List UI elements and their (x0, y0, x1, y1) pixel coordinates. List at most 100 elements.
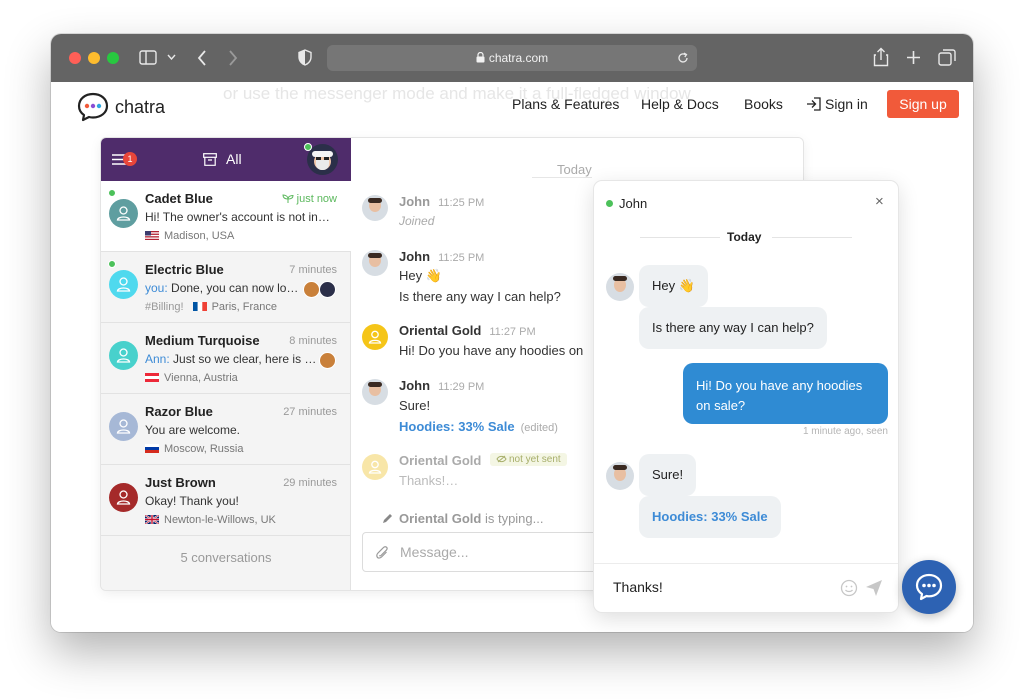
conversation-count: 5 conversations (180, 550, 272, 565)
online-indicator (108, 260, 116, 268)
archive-icon[interactable] (203, 153, 217, 166)
browser-window: chatra.com or use the messenger mode and… (51, 34, 973, 632)
agent-mini-avatar (303, 281, 320, 298)
browser-toolbar: chatra.com (51, 34, 973, 82)
close-window-button[interactable] (69, 52, 81, 64)
chevron-down-icon[interactable] (167, 54, 176, 60)
agent-mini-avatar (319, 352, 336, 369)
divider (532, 177, 592, 178)
conversation-sidebar: 1 All Cadet Blue just now Hi! The owner'… (101, 138, 351, 590)
send-icon[interactable] (865, 579, 883, 597)
user-icon (116, 490, 131, 505)
message-author: Oriental Gold 11:27 PM (399, 323, 536, 338)
message-input[interactable]: Message... (362, 532, 603, 572)
john-avatar (606, 273, 634, 301)
sign-up-button[interactable]: Sign up (887, 90, 959, 118)
web-page: or use the messenger mode and make it a … (51, 82, 973, 632)
conversation-item[interactable]: Just Brown 29 minutes Okay! Thank you! N… (101, 465, 351, 536)
attachment-icon[interactable] (375, 545, 389, 561)
divider (640, 237, 720, 238)
notification-badge: 1 (123, 152, 137, 166)
chat-bubble-icon (915, 573, 943, 601)
online-indicator (108, 189, 116, 197)
conversation-preview: Okay! Thank you! (145, 494, 239, 508)
nav-sign-in[interactable]: Sign in (825, 96, 868, 112)
agent-message-bubble: Hey 👋 (639, 265, 708, 307)
agent-online-indicator (304, 143, 312, 151)
visitor-avatar (109, 341, 138, 370)
message-link[interactable]: Hoodies: 33% Sale (edited) (399, 419, 558, 434)
nav-plans-features[interactable]: Plans & Features (512, 96, 619, 112)
site-logo[interactable]: chatra (77, 91, 165, 123)
message-author: Oriental Gold (399, 453, 482, 468)
share-icon[interactable] (873, 47, 889, 67)
chatra-logo-icon (77, 92, 109, 122)
visitor-avatar (362, 454, 388, 480)
visitor-message-bubble: Hi! Do you have any hoodies on sale? (683, 363, 888, 424)
sign-in-icon[interactable] (806, 97, 821, 111)
link-message-bubble[interactable]: Hoodies: 33% Sale (639, 496, 781, 538)
widget-agent-name: John (619, 196, 648, 211)
nav-books[interactable]: Books (744, 96, 783, 112)
visitor-name: Electric Blue (145, 262, 224, 277)
agent-online-indicator (606, 200, 613, 207)
widget-message-input[interactable]: Thanks! (594, 564, 834, 612)
emoji-icon[interactable] (840, 579, 858, 597)
back-icon[interactable] (197, 50, 207, 66)
message-text: Sure! (399, 398, 431, 413)
message-text: Is there any way I can help? (399, 289, 561, 304)
date-separator: Today (557, 162, 592, 177)
message-text: Hi! Do you have any hoodies on (399, 343, 584, 358)
conversation-item[interactable]: Medium Turquoise 8 minutes Ann: Just so … (101, 323, 351, 394)
austria-flag-icon (145, 372, 159, 382)
user-icon (116, 277, 131, 292)
user-icon (368, 330, 382, 344)
widget-close-button[interactable]: × (875, 193, 884, 210)
conversation-time: 8 minutes (289, 335, 337, 347)
lock-icon (476, 52, 485, 63)
forward-icon[interactable] (228, 50, 238, 66)
url-text: chatra.com (488, 51, 549, 65)
eye-slash-icon (496, 455, 507, 463)
conversation-item[interactable]: Razor Blue 27 minutes You are welcome. M… (101, 394, 351, 465)
visitor-avatar (362, 324, 388, 350)
visitor-location: Vienna, Austria (145, 372, 238, 384)
message-text: Hey 👋 (399, 268, 442, 283)
visitor-avatar (109, 270, 138, 299)
reload-icon[interactable] (677, 52, 689, 64)
privacy-shield-icon[interactable] (298, 49, 312, 66)
john-avatar (606, 462, 634, 490)
conversation-time: 7 minutes (289, 264, 337, 276)
divider (772, 237, 852, 238)
nav-help-docs[interactable]: Help & Docs (641, 96, 719, 112)
filter-all-dropdown[interactable]: All (226, 151, 242, 167)
message-meta: 1 minute ago, seen (802, 426, 888, 437)
john-avatar (362, 250, 388, 276)
message-author: John 11:25 PM (399, 249, 485, 264)
agent-message-bubble: Is there any way I can help? (639, 307, 827, 349)
uk-flag-icon (145, 514, 159, 524)
sidebar-icon[interactable] (139, 50, 157, 65)
maximize-window-button[interactable] (107, 52, 119, 64)
chat-launcher-button[interactable] (902, 560, 956, 614)
logo-text: chatra (115, 96, 166, 117)
visitor-location: Moscow, Russia (145, 443, 243, 455)
visitor-name: Medium Turquoise (145, 333, 260, 348)
visitor-location: Madison, USA (145, 230, 234, 242)
typing-indicator: Oriental Gold is typing... (399, 511, 544, 526)
minimize-window-button[interactable] (88, 52, 100, 64)
background-tagline: or use the messenger mode and make it a … (223, 84, 691, 103)
new-tab-icon[interactable] (906, 50, 921, 65)
john-avatar (362, 379, 388, 405)
widget-date-separator: Today (727, 230, 762, 244)
widget-input-value: Thanks! (613, 579, 663, 595)
conversation-item[interactable]: Cadet Blue just now Hi! The owner's acco… (101, 181, 351, 252)
address-bar[interactable]: chatra.com (327, 45, 697, 71)
conversation-tag: #Billing! (145, 301, 184, 313)
conversation-item[interactable]: Electric Blue 7 minutes you: Done, you c… (101, 252, 351, 323)
user-icon (116, 348, 131, 363)
sprout-icon (282, 194, 294, 204)
tabs-overview-icon[interactable] (938, 49, 956, 66)
visitor-name: Razor Blue (145, 404, 213, 419)
visitor-avatar (109, 483, 138, 512)
